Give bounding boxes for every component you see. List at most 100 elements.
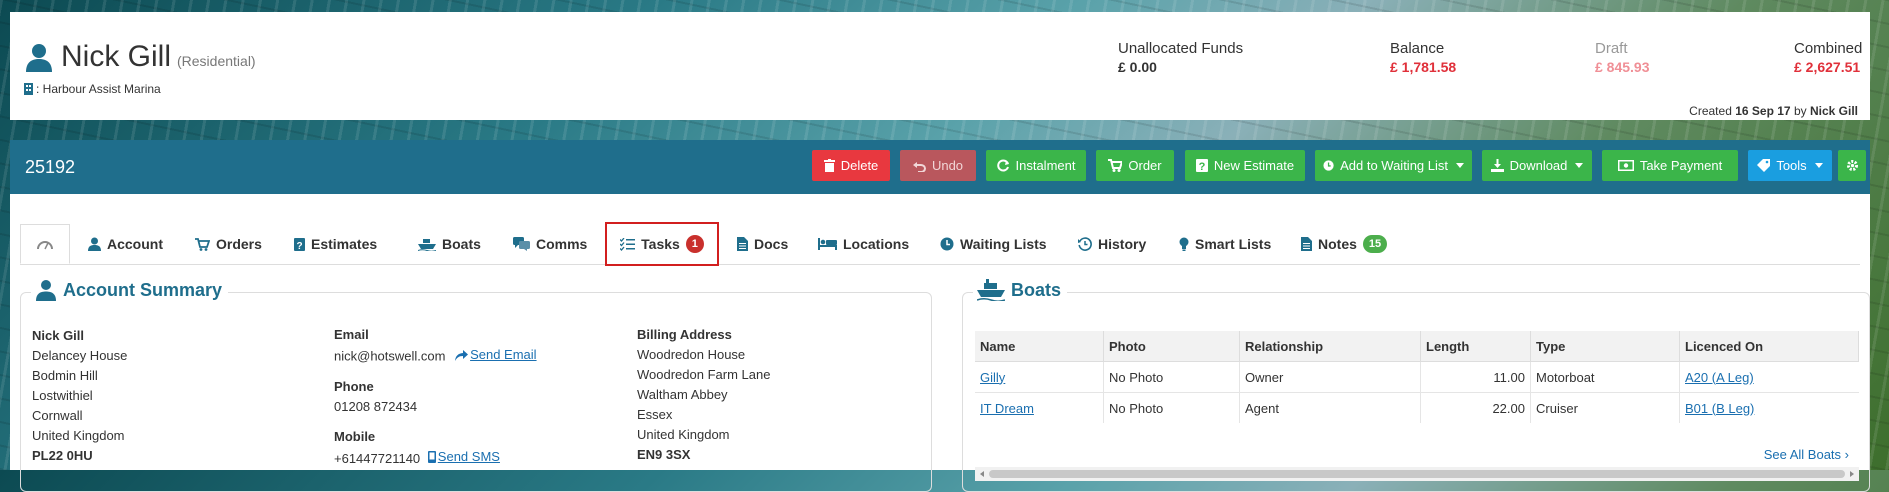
download-label: Download bbox=[1509, 158, 1568, 173]
tab-waiting-lists-label: Waiting Lists bbox=[960, 236, 1047, 252]
settings-button[interactable] bbox=[1838, 150, 1866, 181]
column-header[interactable]: Name bbox=[975, 331, 1104, 362]
billing-line: Woodredon Farm Lane bbox=[637, 367, 771, 382]
download-button[interactable]: Download bbox=[1482, 150, 1592, 181]
undo-button[interactable]: Undo bbox=[900, 150, 976, 181]
tab-smart-lists[interactable]: Smart Lists bbox=[1179, 224, 1271, 264]
scrollbar-thumb[interactable] bbox=[989, 470, 1845, 478]
boat-type-cell: Motorboat bbox=[1530, 361, 1680, 393]
new-estimate-button[interactable]: ? New Estimate bbox=[1185, 150, 1305, 181]
horizontal-scrollbar[interactable] bbox=[975, 467, 1859, 481]
billing-line: Essex bbox=[637, 407, 673, 422]
licence-link[interactable]: A20 (A Leg) bbox=[1685, 370, 1754, 385]
licence-link[interactable]: B01 (B Leg) bbox=[1685, 401, 1754, 416]
boat-name-link[interactable]: Gilly bbox=[980, 370, 1005, 385]
created-by-word: by bbox=[1793, 104, 1807, 118]
person-icon bbox=[88, 237, 101, 251]
tab-locations[interactable]: Locations bbox=[818, 224, 909, 264]
tools-button[interactable]: Tools bbox=[1748, 150, 1832, 181]
boat-length-cell: 22.00 bbox=[1420, 392, 1531, 423]
account-summary-title: Account Summary bbox=[31, 279, 229, 301]
boats-panel: Boats Name Photo Relationship Length Typ… bbox=[962, 279, 1870, 492]
share-icon bbox=[455, 349, 469, 361]
person-icon bbox=[26, 44, 52, 72]
send-email-link[interactable]: Send Email bbox=[455, 345, 537, 365]
scroll-right-icon[interactable] bbox=[1850, 471, 1854, 477]
delete-button[interactable]: Delete bbox=[812, 150, 890, 181]
tab-notes-label: Notes bbox=[1318, 236, 1357, 252]
tasks-icon bbox=[620, 237, 636, 251]
boat-relationship-cell: Agent bbox=[1239, 392, 1421, 423]
tab-history[interactable]: History bbox=[1078, 224, 1146, 264]
boat-name-link[interactable]: IT Dream bbox=[980, 401, 1034, 416]
boat-name-cell: IT Dream bbox=[975, 392, 1104, 423]
tab-docs[interactable]: Docs bbox=[737, 224, 788, 264]
created-date: 16 Sep 17 bbox=[1735, 104, 1791, 118]
tab-tasks[interactable]: Tasks 1 bbox=[605, 222, 719, 266]
take-payment-button[interactable]: Take Payment bbox=[1602, 150, 1738, 181]
boat-type-cell: Cruiser bbox=[1530, 392, 1680, 423]
marina-name: : Harbour Assist Marina bbox=[36, 82, 161, 96]
content-area: Account Orders ? Estimates Boats Comms T… bbox=[10, 194, 1870, 492]
send-sms-link[interactable]: Send SMS bbox=[427, 447, 500, 467]
trash-icon bbox=[823, 159, 835, 172]
customer-name: Nick Gill (Residential) bbox=[61, 40, 256, 78]
instalment-button[interactable]: Instalment bbox=[986, 150, 1086, 181]
boat-photo-cell: No Photo bbox=[1103, 361, 1240, 393]
tab-docs-label: Docs bbox=[754, 236, 789, 252]
see-all-boats-link[interactable]: See All Boats › bbox=[1764, 447, 1849, 462]
add-to-waiting-list-label: Add to Waiting List bbox=[1340, 158, 1448, 173]
scroll-left-icon[interactable] bbox=[980, 471, 984, 477]
boat-licence-cell: B01 (B Leg) bbox=[1679, 392, 1859, 423]
fund-label: Unallocated Funds bbox=[1118, 40, 1244, 57]
column-header[interactable]: Licenced On bbox=[1679, 331, 1859, 362]
column-header[interactable]: Photo bbox=[1103, 331, 1240, 362]
fund-value: £ 1,781.58 bbox=[1390, 59, 1457, 75]
table-row: IT Dream No Photo Agent 22.00 Cruiser B0… bbox=[975, 392, 1859, 423]
fund-label: Draft bbox=[1595, 40, 1628, 57]
contact-details: Email nick@hotswell.com Send Email Phone… bbox=[334, 325, 537, 469]
billing-address: Billing Address Woodredon House Woodredo… bbox=[637, 325, 770, 465]
tab-boats[interactable]: Boats bbox=[418, 224, 481, 264]
tab-account[interactable]: Account bbox=[88, 224, 163, 264]
table-row: Gilly No Photo Owner 11.00 Motorboat A20… bbox=[975, 361, 1859, 393]
mobile-label: Mobile bbox=[334, 428, 376, 444]
bed-icon bbox=[818, 238, 837, 250]
clock-icon bbox=[940, 237, 954, 251]
tab-dashboard[interactable] bbox=[20, 224, 70, 264]
boat-length-cell: 11.00 bbox=[1420, 361, 1531, 393]
email-value: nick@hotswell.com bbox=[334, 348, 446, 364]
tab-boats-label: Boats bbox=[442, 236, 481, 252]
add-to-waiting-list-button[interactable]: Add to Waiting List bbox=[1315, 150, 1472, 181]
draft: Draft £ 845.93 bbox=[1595, 40, 1650, 76]
document-icon bbox=[737, 237, 748, 251]
combined: Combined £ 2,627.51 bbox=[1794, 40, 1862, 76]
fund-label: Balance bbox=[1390, 40, 1445, 57]
chevron-down-icon bbox=[1814, 163, 1823, 168]
column-header[interactable]: Length bbox=[1420, 331, 1531, 362]
undo-label: Undo bbox=[931, 158, 964, 173]
tab-history-label: History bbox=[1098, 236, 1147, 252]
boats-title: Boats bbox=[973, 279, 1068, 301]
lightbulb-icon bbox=[1179, 237, 1189, 251]
tab-waiting-lists[interactable]: Waiting Lists bbox=[940, 224, 1047, 264]
tab-orders[interactable]: Orders bbox=[195, 224, 262, 264]
marina-line: : Harbour Assist Marina bbox=[24, 82, 161, 96]
comments-icon bbox=[513, 237, 530, 251]
tab-estimates-label: Estimates bbox=[311, 236, 378, 252]
svg-text:?: ? bbox=[296, 241, 302, 251]
tab-bar: Account Orders ? Estimates Boats Comms T… bbox=[20, 222, 1860, 266]
clock-icon bbox=[1323, 160, 1334, 171]
tab-estimates[interactable]: ? Estimates bbox=[294, 224, 377, 264]
order-button[interactable]: Order bbox=[1096, 150, 1174, 181]
address-postcode: PL22 0HU bbox=[32, 448, 93, 463]
tab-comms-label: Comms bbox=[536, 236, 588, 252]
column-header[interactable]: Relationship bbox=[1239, 331, 1421, 362]
billing-line: Woodredon House bbox=[637, 347, 746, 362]
billing-line: United Kingdom bbox=[637, 427, 730, 442]
column-header[interactable]: Type bbox=[1530, 331, 1680, 362]
tab-comms[interactable]: Comms bbox=[513, 224, 587, 264]
created-prefix: Created bbox=[1689, 104, 1732, 118]
instalment-label: Instalment bbox=[1015, 158, 1076, 173]
tab-notes[interactable]: Notes 15 bbox=[1301, 224, 1388, 264]
